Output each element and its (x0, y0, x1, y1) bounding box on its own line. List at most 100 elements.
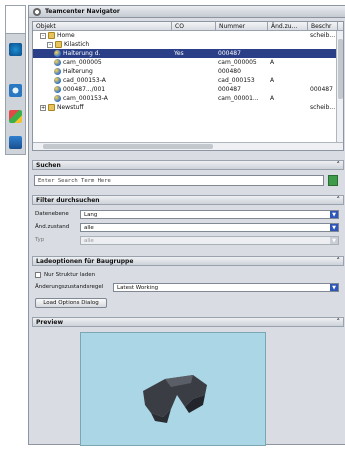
tree-row[interactable]: cam_000005 cam_000005 A (33, 58, 343, 67)
chevron-down-icon[interactable]: ▼ (330, 284, 338, 291)
preview-viewport[interactable] (80, 332, 266, 446)
object-tree[interactable]: Objekt CO Nummer Änd.zu... Beschr - Home s… (32, 21, 344, 151)
tree-row-name: cad_000153-A (63, 77, 106, 84)
search-section-title: Suchen (36, 162, 61, 169)
tree-row[interactable]: 000487.../001 000487 000487 (33, 85, 343, 94)
part-preview-image (143, 375, 207, 423)
tree-row[interactable]: Halterung d. Yes 000487 (33, 49, 343, 58)
datenebene-select[interactable]: Lang ▼ (80, 210, 339, 219)
aenderungszustand-select[interactable]: alle ▼ (80, 223, 339, 232)
tree-row-name: Newstuff (57, 104, 84, 111)
item-icon (54, 86, 61, 93)
tree-row-object: cam_000005 (54, 58, 172, 67)
column-beschreibung[interactable]: Beschr (308, 22, 338, 30)
tree-row-name: 000487.../001 (63, 86, 106, 93)
load-options-section-header[interactable]: Ladeoptionen für Baugruppe ˄ (32, 256, 344, 266)
collapse-icon[interactable]: - (40, 32, 46, 39)
tree-row-beschreibung: scheib... (310, 104, 336, 111)
tree-row-object: cad_000153-A (54, 76, 172, 85)
item-icon (54, 59, 61, 66)
tree-row-aenderung: A (270, 95, 275, 102)
tree-row-aenderung: A (270, 77, 275, 84)
column-nummer[interactable]: Nummer (216, 22, 268, 30)
tree-row-object: - Home (40, 31, 172, 40)
chevron-up-icon[interactable]: ˄ (337, 161, 341, 170)
chevron-down-icon: ▼ (330, 237, 338, 244)
tree-row-nummer: cad_000153 (218, 77, 255, 84)
load-options-title: Ladeoptionen für Baugruppe (36, 258, 134, 265)
column-objekt[interactable]: Objekt (33, 22, 172, 30)
clock-icon[interactable] (9, 84, 22, 97)
filter-label-typ: Typ (35, 237, 45, 243)
search-section-header[interactable]: Suchen ˄ (32, 160, 344, 170)
revision-rule-select[interactable]: Latest Working ▼ (113, 283, 339, 292)
chevron-down-icon[interactable]: ▼ (330, 211, 338, 218)
tree-row-name: cam_000005 (63, 59, 102, 66)
preview-section-header[interactable]: Preview ˄ (32, 317, 344, 327)
typ-value: alle (84, 238, 94, 244)
datenebene-value: Lang (84, 212, 98, 218)
tree-row-name: cam_000153-A (63, 95, 108, 102)
tree-row[interactable]: - Home scheib... (33, 31, 343, 40)
folder-icon (55, 41, 62, 48)
navigator-icon[interactable] (9, 43, 22, 56)
filter-section-header[interactable]: Filter durchsuchen ˄ (32, 195, 344, 205)
revision-rule-label: Änderungszustandsregel (35, 284, 104, 290)
tree-row-beschreibung: 000487 (310, 86, 333, 93)
filter-label-datenebene: Datenebene (35, 211, 69, 217)
tree-rows: - Home scheib... - Kilastich Halterung d. Yes 0… (33, 31, 343, 112)
tree-row-name: Home (57, 32, 75, 39)
tree-row-object: Halterung d. (54, 49, 172, 58)
tree-row-object: cam_000153-A (54, 94, 172, 103)
tree-row-beschreibung: scheib... (310, 32, 336, 39)
aenderungszustand-value: alle (84, 225, 94, 231)
folder-icon (48, 32, 55, 39)
tree-row[interactable]: Halterung 000480 (33, 67, 343, 76)
window-title: Teamcenter Navigator (45, 8, 120, 15)
vertical-scrollbar[interactable] (336, 31, 343, 142)
tree-row-name: Halterung (63, 68, 93, 75)
chevron-up-icon[interactable]: ˄ (337, 257, 341, 266)
filter-section-title: Filter durchsuchen (36, 197, 100, 204)
item-icon (54, 95, 61, 102)
chevron-up-icon[interactable]: ˄ (337, 196, 341, 205)
typ-select: alle ▼ (80, 236, 339, 245)
expand-icon[interactable]: + (40, 104, 46, 111)
tree-row[interactable]: cad_000153-A cad_000153 A (33, 76, 343, 85)
collapse-icon[interactable]: - (47, 41, 53, 48)
tree-row-nummer: 000487 (218, 50, 241, 57)
tree-row-co: Yes (174, 50, 184, 57)
tree-row-object: 000487.../001 (54, 85, 172, 94)
navigator-titlebar: Teamcenter Navigator (29, 6, 345, 18)
chevron-down-icon[interactable]: ▼ (330, 224, 338, 231)
tree-row[interactable]: cam_000153-A cam_00001... A (33, 94, 343, 103)
tree-row-nummer: 000480 (218, 68, 241, 75)
tree-row-name: Halterung d. (63, 50, 101, 57)
revision-rule-value: Latest Working (117, 285, 159, 291)
horizontal-scrollbar[interactable] (33, 142, 343, 150)
column-co[interactable]: CO (172, 22, 216, 30)
structure-only-label: Nur Struktur laden (44, 272, 96, 278)
column-aenderung[interactable]: Änd.zu... (268, 22, 308, 30)
tree-row-aenderung: A (270, 59, 275, 66)
item-icon (54, 68, 61, 75)
gear-icon[interactable] (33, 7, 41, 16)
tree-row-nummer: cam_00001... (218, 95, 259, 102)
search-go-icon[interactable] (328, 175, 338, 186)
tree-row-object: + Newstuff (40, 103, 172, 112)
chevron-up-icon[interactable]: ˄ (337, 318, 341, 327)
toolbar-header (6, 6, 25, 34)
tree-header: Objekt CO Nummer Änd.zu... Beschr (33, 22, 343, 31)
palette-icon[interactable] (9, 110, 22, 123)
load-options-dialog-button[interactable]: Load Options Dialog (35, 298, 107, 308)
tree-row[interactable]: + Newstuff scheib... (33, 103, 343, 112)
structure-only-checkbox[interactable] (35, 272, 41, 278)
tree-row[interactable]: - Kilastich (33, 40, 343, 49)
tree-row-name: Kilastich (64, 41, 90, 48)
left-toolbar (5, 5, 26, 155)
preview-title: Preview (36, 319, 64, 326)
search-input[interactable]: Enter Search Term Here (34, 175, 324, 186)
tools-icon[interactable] (9, 136, 22, 149)
item-icon (54, 77, 61, 84)
tree-row-object: Halterung (54, 67, 172, 76)
